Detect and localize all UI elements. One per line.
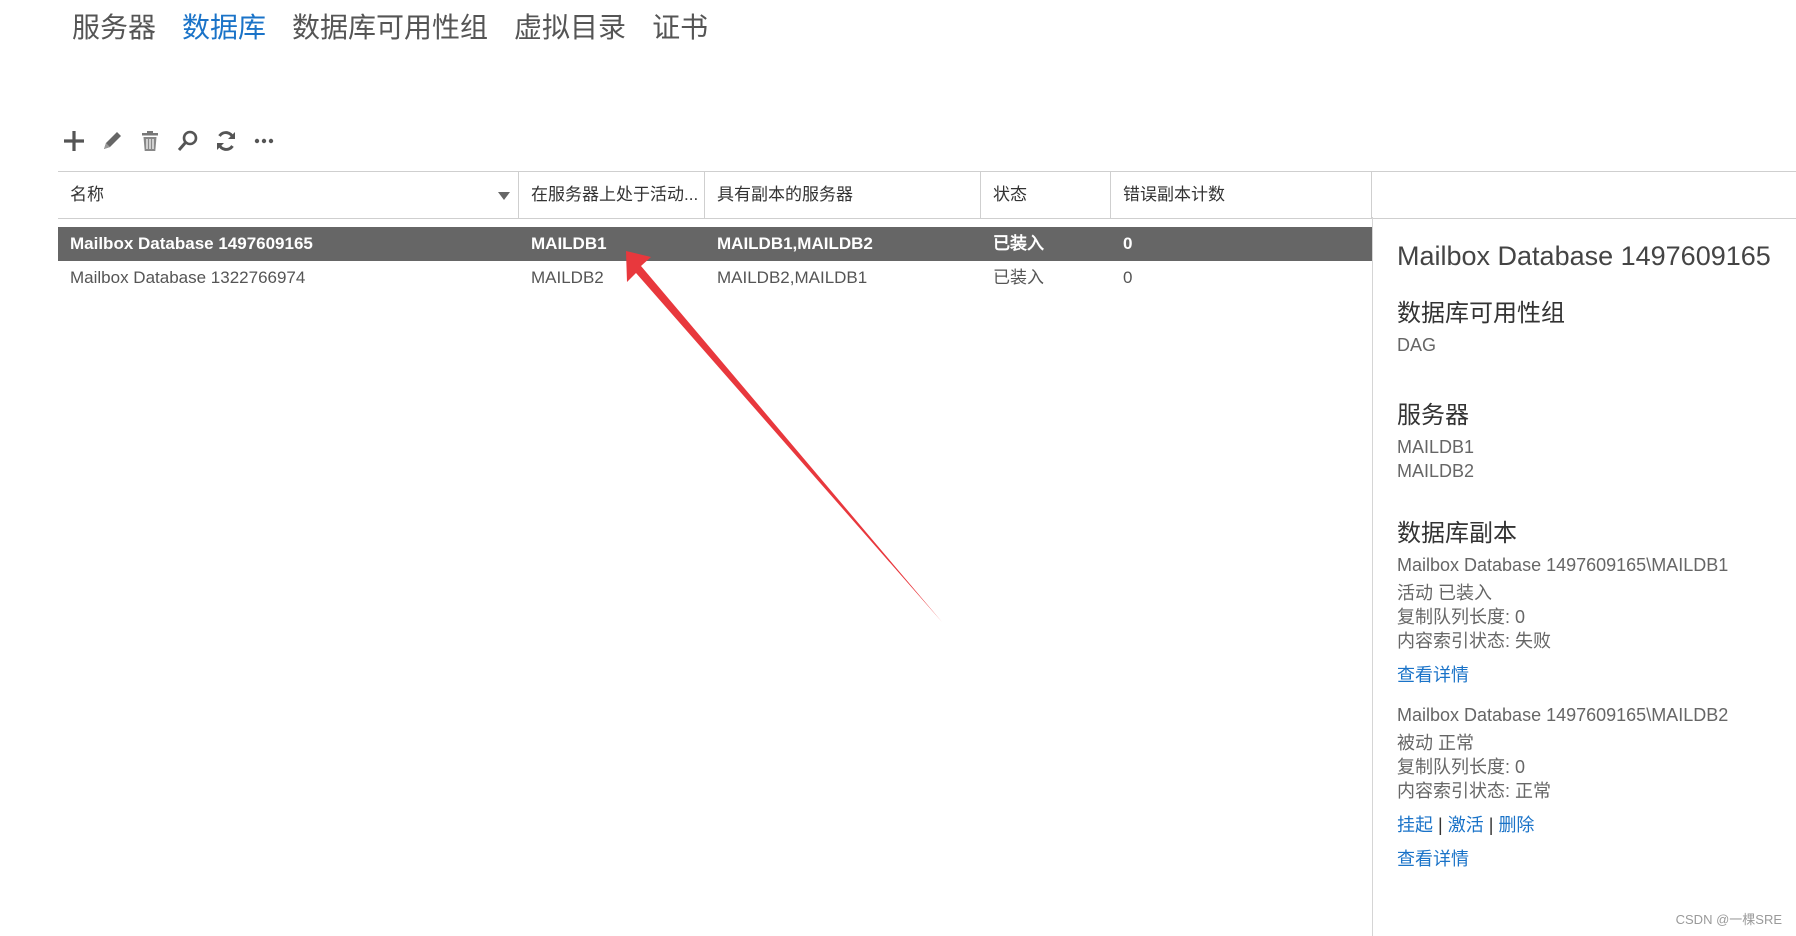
server-item: MAILDB1 <box>1397 437 1475 457</box>
add-button[interactable] <box>60 126 88 156</box>
copy2-index-state: 内容索引状态: 正常 <box>1397 781 1552 801</box>
activate-link[interactable]: 激活 <box>1448 815 1484 835</box>
search-button[interactable] <box>174 126 202 156</box>
cell-name: Mailbox Database 1497609165 <box>70 234 313 253</box>
column-header-status[interactable]: 状态 <box>981 172 1111 218</box>
more-icon <box>254 138 274 144</box>
tab-servers[interactable]: 服务器 <box>72 6 156 50</box>
grid-rows: Mailbox Database 1497609165 MAILDB1 MAIL… <box>58 227 1372 295</box>
copy1-index-state: 内容索引状态: 失败 <box>1397 631 1552 651</box>
copy1-queue-length: 复制队列长度: 0 <box>1397 607 1526 627</box>
table-row[interactable]: Mailbox Database 1322766974 MAILDB2 MAIL… <box>58 261 1372 295</box>
server-item: MAILDB2 <box>1397 461 1475 481</box>
copy2-view-details-link[interactable]: 查看详情 <box>1397 845 1469 871</box>
copy2-state: 被动 正常 <box>1397 733 1475 753</box>
edit-button[interactable] <box>98 126 126 156</box>
grid-header: 名称 在服务器上处于活动... 具有副本的服务器 状态 错误副本计数 <box>58 171 1372 219</box>
action-separator: | <box>1488 815 1494 835</box>
cell-bad-copy-count: 0 <box>1123 268 1133 287</box>
copy2-actions: 挂起 | 激活 | 删除 <box>1397 811 1534 837</box>
cell-replica-servers: MAILDB1,MAILDB2 <box>717 234 873 253</box>
tab-dag[interactable]: 数据库可用性组 <box>292 6 488 50</box>
sort-down-icon[interactable] <box>498 192 510 200</box>
column-header-name[interactable]: 名称 <box>58 172 519 218</box>
column-header-replica-servers[interactable]: 具有副本的服务器 <box>705 172 981 218</box>
trash-icon <box>142 131 158 151</box>
watermark: CSDN @一棵SRE <box>1675 912 1782 927</box>
search-icon <box>177 130 198 151</box>
dag-heading: 数据库可用性组 <box>1397 300 1565 327</box>
dag-value: DAG <box>1397 335 1437 355</box>
copy1-view-details-link[interactable]: 查看详情 <box>1397 661 1469 687</box>
cell-bad-copy-count: 0 <box>1123 234 1133 253</box>
tab-databases[interactable]: 数据库 <box>182 6 266 50</box>
copy1-state: 活动 已装入 <box>1397 583 1493 603</box>
cell-status: 已装入 <box>993 234 1044 253</box>
details-header-strip <box>1372 171 1796 219</box>
refresh-icon <box>217 131 235 151</box>
toolbar <box>60 124 278 158</box>
database-grid: 名称 在服务器上处于活动... 具有副本的服务器 状态 错误副本计数 Mailb… <box>58 171 1372 936</box>
column-header-active-server[interactable]: 在服务器上处于活动... <box>519 172 705 218</box>
copy1-name: Mailbox Database 1497609165\MAILDB1 <box>1397 555 1729 575</box>
table-row[interactable]: Mailbox Database 1497609165 MAILDB1 MAIL… <box>58 227 1372 261</box>
details-title: Mailbox Database 1497609165 <box>1397 241 1771 271</box>
cell-active-server: MAILDB2 <box>531 268 604 287</box>
remove-link[interactable]: 删除 <box>1498 815 1534 835</box>
column-header-bad-copy-count[interactable]: 错误副本计数 <box>1111 172 1372 218</box>
details-pane: Mailbox Database 1497609165 数据库可用性组 DAG … <box>1372 217 1796 936</box>
cell-name: Mailbox Database 1322766974 <box>70 268 306 287</box>
cell-replica-servers: MAILDB2,MAILDB1 <box>717 268 868 287</box>
suspend-link[interactable]: 挂起 <box>1397 815 1433 835</box>
copy2-name: Mailbox Database 1497609165\MAILDB2 <box>1397 705 1729 725</box>
top-navigation: 服务器 数据库 数据库可用性组 虚拟目录 证书 <box>72 6 708 50</box>
servers-heading: 服务器 <box>1397 402 1469 429</box>
cell-status: 已装入 <box>993 268 1044 287</box>
pencil-icon <box>104 132 121 149</box>
copies-heading: 数据库副本 <box>1397 520 1517 547</box>
cell-active-server: MAILDB1 <box>531 234 607 253</box>
refresh-button[interactable] <box>212 126 240 156</box>
plus-icon <box>64 131 84 151</box>
delete-button[interactable] <box>136 126 164 156</box>
copy2-queue-length: 复制队列长度: 0 <box>1397 757 1526 777</box>
tab-certificates[interactable]: 证书 <box>652 6 708 50</box>
action-separator: | <box>1438 815 1443 835</box>
more-button[interactable] <box>250 126 278 156</box>
column-header-name-label: 名称 <box>70 185 104 204</box>
tab-virtual-directories[interactable]: 虚拟目录 <box>514 6 626 50</box>
